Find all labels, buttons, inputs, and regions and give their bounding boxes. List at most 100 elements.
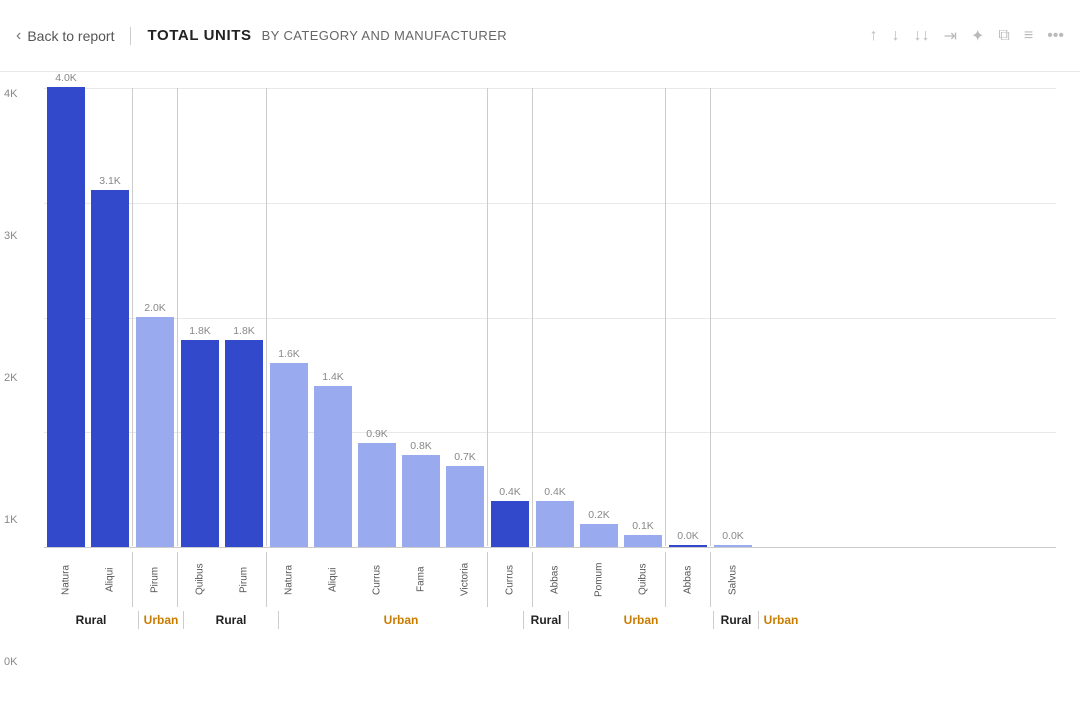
bar-rect-aliqui [314, 386, 352, 547]
x-axis: NaturaAliquiPirumQuibusPirumNaturaAliqui… [44, 552, 1056, 629]
bar-rect-salvus [714, 545, 752, 547]
bar-item[interactable]: 0.1K [624, 520, 662, 547]
bar-item[interactable]: 0.0K [714, 530, 752, 547]
bar-item[interactable]: 0.7K [446, 451, 484, 547]
chart-container: 4K 3K 2K 1K 0K 4.0K3.1K2.0 [0, 72, 1080, 704]
bar-value-label: 0.0K [677, 530, 699, 542]
bar-group-5: 0.4K 0.2K 0.1K [533, 486, 665, 547]
bar-value-label: 0.4K [544, 486, 566, 498]
bar-value-label: 0.9K [366, 428, 388, 440]
bar-group-6: 0.0K [666, 530, 710, 547]
bar-rect-fama [402, 455, 440, 547]
group-separator [487, 88, 488, 546]
bar-item[interactable]: 0.4K [536, 486, 574, 547]
category-label-rural-0: Rural [44, 613, 138, 627]
header-title-area: TOTAL UNITS BY CATEGORY AND MANUFACTURER [131, 27, 507, 44]
header: ‹ Back to report TOTAL UNITS BY CATEGORY… [0, 0, 1080, 72]
copy-icon[interactable]: ⧉ [998, 27, 1009, 45]
bar-item[interactable]: 0.9K [358, 428, 396, 547]
x-label-currus: Currus [488, 552, 532, 607]
bar-value-label: 0.0K [722, 530, 744, 542]
bar-value-label: 0.7K [454, 451, 476, 463]
chart-title: TOTAL UNITS [147, 27, 251, 44]
group-separator [665, 88, 666, 546]
bar-item[interactable]: 0.4K [491, 486, 529, 547]
group-separator [710, 88, 711, 546]
bars-chart: 4.0K3.1K2.0K1.8K1.8K1.6K1.4K0.9K0.8K0.7K… [44, 88, 1056, 548]
x-label-natura: Natura [267, 552, 311, 607]
bar-rect-pirum [136, 317, 174, 547]
bar-group-2: 1.8K 1.8K [178, 325, 266, 547]
category-label-rural-4: Rural [524, 613, 568, 627]
bar-item[interactable]: 1.6K [270, 348, 308, 547]
pin-icon[interactable]: ✦ [971, 26, 984, 46]
bar-item[interactable]: 0.2K [580, 509, 618, 547]
filter-icon[interactable]: ≡ [1024, 27, 1033, 45]
x-label-abbas: Abbas [533, 552, 577, 607]
chevron-left-icon: ‹ [16, 27, 21, 45]
bar-rect-abbas [536, 501, 574, 547]
bar-item[interactable]: 4.0K [47, 72, 85, 547]
bar-value-label: 1.8K [189, 325, 211, 337]
x-label-currus: Currus [355, 552, 399, 607]
bar-value-label: 0.4K [499, 486, 521, 498]
y-label-3k: 3K [4, 230, 17, 242]
category-label-urban-3: Urban [279, 613, 523, 627]
category-label-urban-1: Urban [139, 613, 183, 627]
y-label-1k: 1K [4, 514, 17, 526]
bar-item[interactable]: 1.8K [225, 325, 263, 547]
bar-group-4: 0.4K [488, 486, 532, 547]
bar-rect-quibus [624, 535, 662, 547]
bar-rect-aliqui [91, 190, 129, 547]
sort-double-desc-icon[interactable]: ↓↓ [914, 27, 930, 45]
bar-rect-victoria [446, 466, 484, 547]
bar-rect-natura [47, 87, 85, 547]
app-container: ‹ Back to report TOTAL UNITS BY CATEGORY… [0, 0, 1080, 704]
bar-group-3: 1.6K 1.4K 0.9K 0.8K 0.7K [267, 348, 487, 547]
chart-subtitle: BY CATEGORY AND MANUFACTURER [262, 28, 507, 43]
bar-value-label: 1.6K [278, 348, 300, 360]
bar-rect-pirum [225, 340, 263, 547]
x-label-aliqui: Aliqui [88, 552, 132, 607]
y-label-2k: 2K [4, 372, 17, 384]
more-options-icon[interactable]: ••• [1047, 27, 1064, 45]
x-label-pirum: Pirum [133, 552, 177, 607]
bar-value-label: 1.4K [322, 371, 344, 383]
bar-rect-natura [270, 363, 308, 547]
y-label-4k: 4K [4, 88, 17, 100]
bar-group-7: 0.0K [711, 530, 755, 547]
bar-item[interactable]: 2.0K [136, 302, 174, 547]
category-label-rural-6: Rural [714, 613, 758, 627]
bar-rect-pomum [580, 524, 618, 547]
bar-value-label: 1.8K [233, 325, 255, 337]
bar-item[interactable]: 0.0K [669, 530, 707, 547]
bar-item[interactable]: 1.8K [181, 325, 219, 547]
x-label-victoria: Victoria [443, 552, 487, 607]
x-label-fama: Fama [399, 552, 443, 607]
bar-rect-currus [491, 501, 529, 547]
bar-item[interactable]: 0.8K [402, 440, 440, 547]
x-label-quibus: Quibus [621, 552, 665, 607]
x-label-quibus: Quibus [178, 552, 222, 607]
bar-value-label: 0.2K [588, 509, 610, 521]
bar-group-0: 4.0K3.1K [44, 72, 132, 547]
toolbar-icons: ↑ ↓ ↓↓ ⇥ ✦ ⧉ ≡ ••• [870, 26, 1064, 46]
bar-item[interactable]: 3.1K [91, 175, 129, 547]
bar-rect-quibus [181, 340, 219, 547]
back-to-report-button[interactable]: ‹ Back to report [16, 27, 131, 45]
bar-value-label: 0.1K [632, 520, 654, 532]
bar-value-label: 2.0K [144, 302, 166, 314]
header-left: ‹ Back to report TOTAL UNITS BY CATEGORY… [16, 27, 507, 45]
bar-group-1: 2.0K [133, 302, 177, 547]
x-label-pomum: Pomum [577, 552, 621, 607]
category-label-rural-2: Rural [184, 613, 278, 627]
expand-icon[interactable]: ⇥ [944, 26, 957, 46]
sort-asc-icon[interactable]: ↑ [870, 27, 878, 45]
sort-desc-icon[interactable]: ↓ [892, 27, 900, 45]
back-label: Back to report [27, 28, 114, 44]
x-label-natura: Natura [44, 552, 88, 607]
group-separator [532, 88, 533, 546]
bar-item[interactable]: 1.4K [314, 371, 352, 547]
category-label-urban-5: Urban [569, 613, 713, 627]
y-label-0k: 0K [4, 656, 17, 668]
